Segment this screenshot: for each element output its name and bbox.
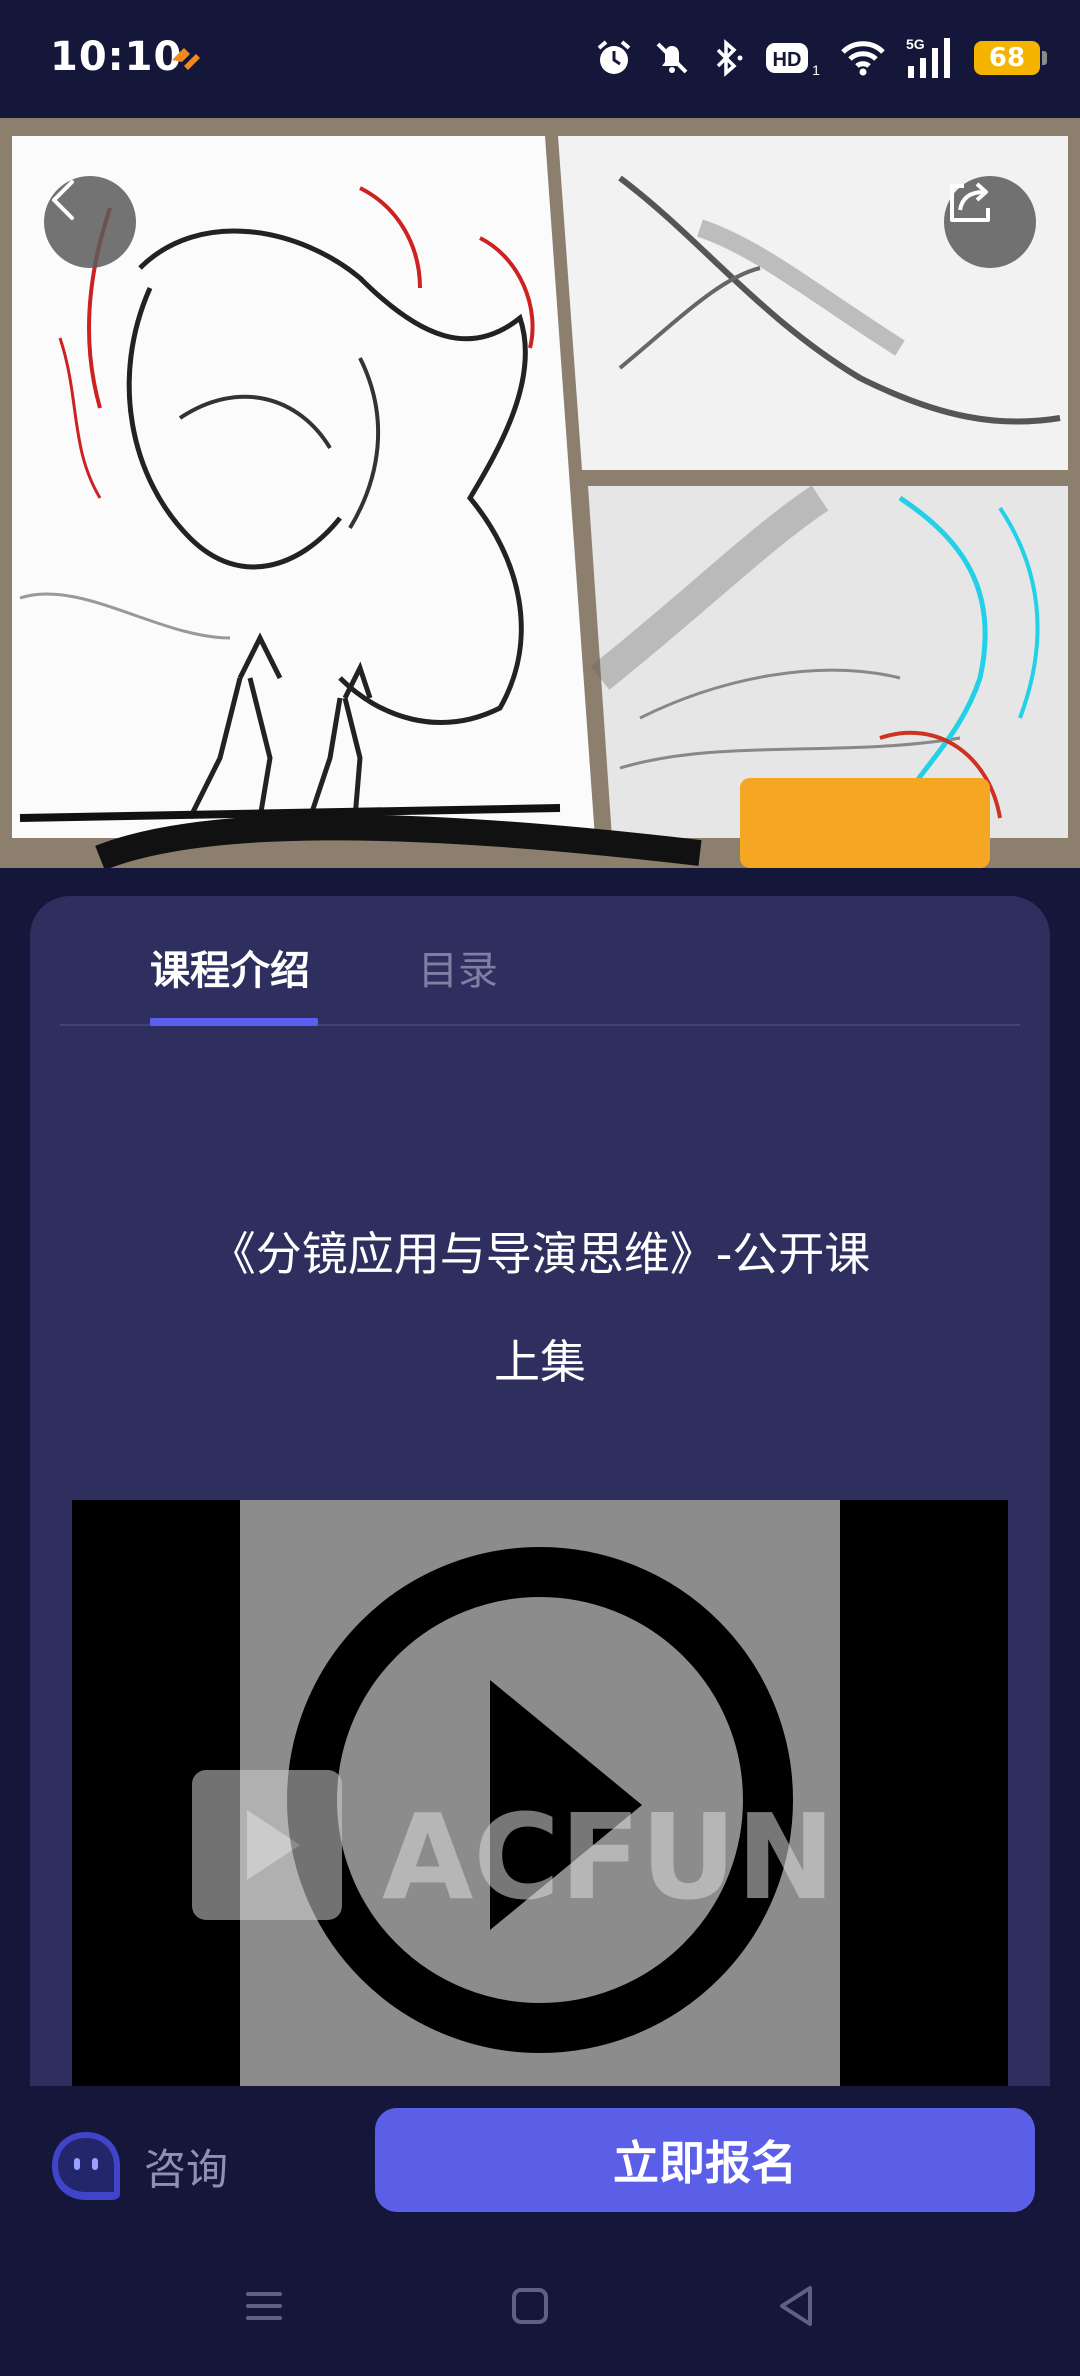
course-title: 《分镜应用与导演思维》-公开课 [209,1227,871,1281]
share-icon [950,182,990,222]
course-banner [0,118,1080,868]
storyboard-artwork [12,136,1068,868]
hd-voice-icon: HD 1 [766,43,820,78]
tab-catalog[interactable]: 目录 [418,938,498,996]
orange-app-icon [172,48,200,70]
tab-course-intro[interactable]: 课程介绍 [150,938,310,996]
status-time: 10:10 [50,34,183,80]
system-nav-bar [0,2236,1080,2376]
back-triangle-icon [780,2286,812,2326]
course-subtitle: 上集 [494,1335,586,1389]
back-button[interactable] [44,176,136,268]
menu-icon [246,2292,282,2320]
silent-bell-icon [656,42,688,74]
bottom-action-bar: 咨询 立即报名 [0,2086,1080,2236]
active-tab-indicator [150,1018,318,1026]
nav-back-button[interactable] [766,2276,826,2336]
video-player[interactable]: ACFUN [72,1500,1008,2086]
consult-label: 咨询 [144,2144,229,2194]
svg-text:ACFUN: ACFUN [382,1788,835,1926]
alarm-icon [597,40,631,74]
back-icon [52,180,74,220]
course-detail-card: 课程介绍 目录 《分镜应用与导演思维》-公开课 上集 ACFUN [30,896,1050,2086]
home-icon [512,2288,548,2324]
status-bar: 10:10 HD 1 5G 68 [0,0,1080,118]
nav-home-button[interactable] [500,2276,560,2336]
svg-text:HD: HD [773,49,802,71]
wifi-icon [841,41,885,76]
battery-icon: 68 [974,41,1047,75]
status-icons: HD 1 5G 68 [594,30,1047,86]
svg-text:1: 1 [812,62,820,78]
consult-button[interactable]: 咨询 [48,2128,228,2204]
nav-menu-button[interactable] [234,2276,294,2336]
share-button[interactable] [944,176,1036,268]
tab-bar: 课程介绍 目录 [60,896,1020,1026]
acfun-watermark: ACFUN [192,1770,835,1926]
enroll-button[interactable]: 立即报名 [375,2108,1035,2212]
signal-icon: 5G [906,36,950,78]
svg-text:5G: 5G [906,36,925,52]
chat-bot-icon [52,2132,120,2200]
bluetooth-icon [716,39,743,77]
battery-level: 68 [988,43,1026,73]
app-screen: 10:10 HD 1 5G 68 课程介绍 目录 《分镜应用与导演思维》-公开课… [0,0,1080,2376]
